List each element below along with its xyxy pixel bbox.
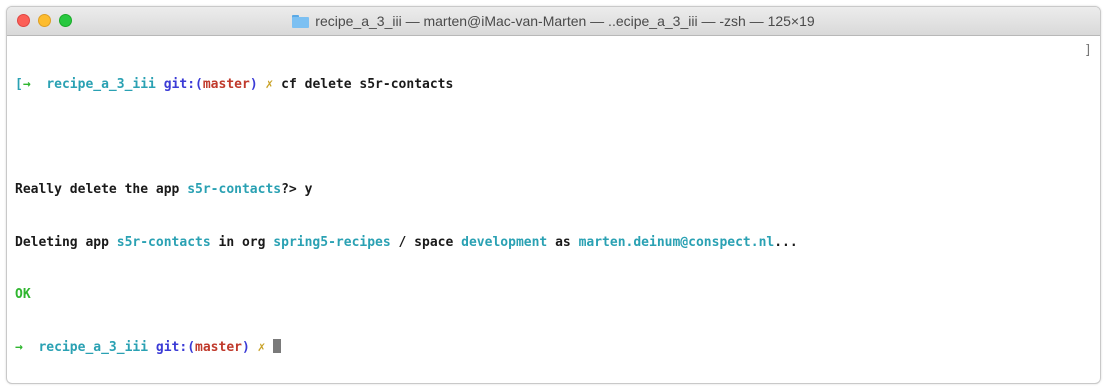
window-title: recipe_a_3_iii — marten@iMac-van-Marten … [315, 13, 815, 29]
prompt-directory: recipe_a_3_iii [46, 77, 156, 92]
prompt-dirty-mark: ✗ [257, 339, 266, 355]
confirm-suffix: ?> y [281, 182, 313, 197]
prompt-directory: recipe_a_3_iii [38, 339, 149, 355]
prompt-line-1: [→ recipe_a_3_iii git:(master) ✗ cf dele… [15, 76, 1092, 94]
deleting-text-1: Deleting app [15, 234, 117, 250]
deleting-app-name: s5r-contacts [116, 234, 211, 250]
prompt-git-label: git:( [163, 77, 203, 92]
terminal-output[interactable]: [→ recipe_a_3_iii git:(master) ✗ cf dele… [7, 36, 1100, 383]
prompt-dirty-mark: ✗ [265, 77, 274, 92]
space-name: development [461, 234, 548, 250]
deleting-text-2: in org [210, 234, 274, 250]
command-text: cf delete s5r-contacts [281, 77, 454, 92]
deleting-text-4: as [547, 234, 579, 250]
folder-icon [292, 14, 310, 28]
deleting-text-3: / space [390, 234, 462, 250]
window-title-area: recipe_a_3_iii — marten@iMac-van-Marten … [7, 7, 1100, 35]
text-cursor [273, 338, 282, 353]
selection-bracket-right: ] [1084, 43, 1092, 58]
prompt-git-close: ) [242, 339, 250, 355]
deleting-text-5: ... [774, 234, 798, 250]
confirm-app-name: s5r-contacts [187, 182, 282, 197]
prompt-git-branch: master [202, 77, 250, 92]
terminal-window: recipe_a_3_iii — marten@iMac-van-Marten … [6, 6, 1101, 384]
prompt-git-close: ) [249, 77, 258, 92]
confirm-line: Really delete the app s5r-contacts?> y [15, 181, 1092, 199]
confirm-prefix: Really delete the app [15, 182, 188, 197]
ok-status: OK [15, 287, 31, 302]
title-bar[interactable]: recipe_a_3_iii — marten@iMac-van-Marten … [7, 7, 1100, 36]
prompt-arrow: → [15, 339, 23, 355]
prompt-git-label: git:( [155, 339, 196, 355]
deleting-line: Deleting app s5r-contacts in org spring5… [15, 234, 1092, 252]
org-name: spring5-recipes [273, 234, 391, 250]
prompt-arrow: → [22, 77, 31, 92]
user-email: marten.deinum@conspect.nl [578, 234, 775, 250]
prompt-git-branch: master [195, 339, 242, 355]
prompt-line-2: → recipe_a_3_iii git:(master) ✗ [15, 338, 1092, 357]
selection-bracket-left: [ [15, 77, 23, 92]
